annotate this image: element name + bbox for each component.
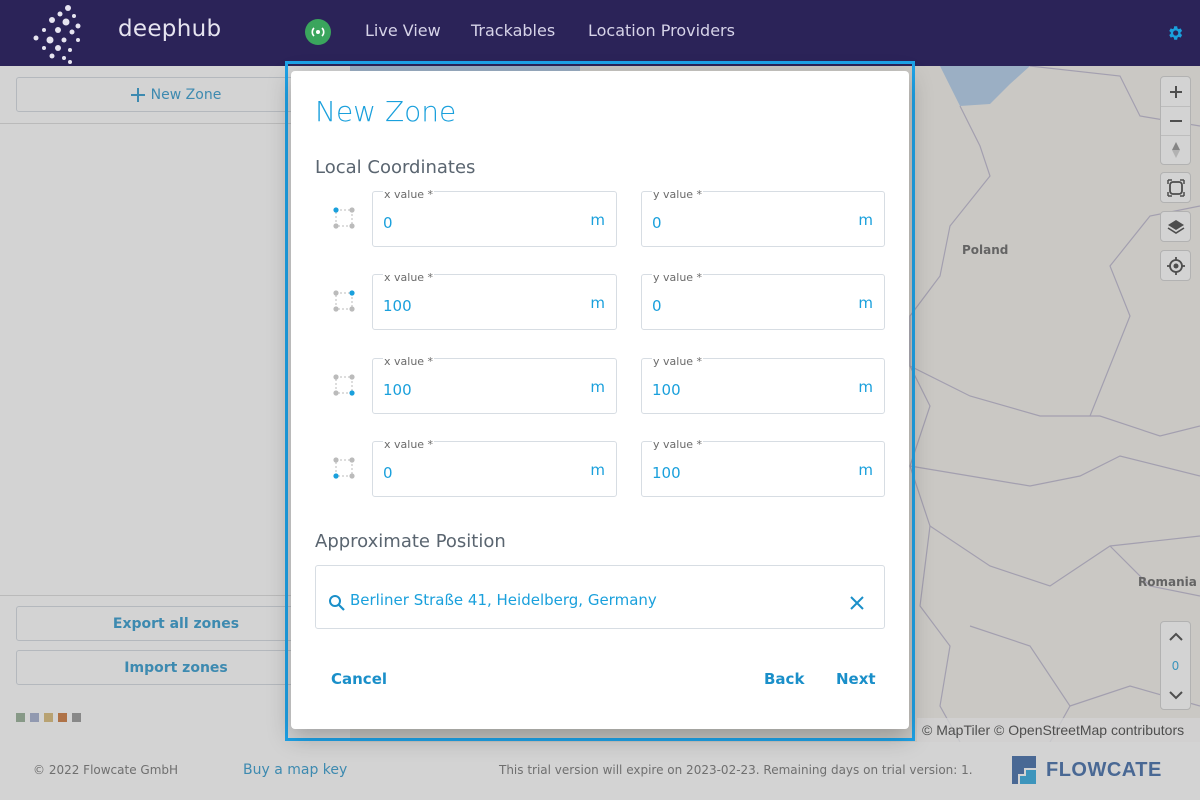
y-value-input[interactable]: 100 xyxy=(652,381,681,399)
x-value-input[interactable]: 0 xyxy=(383,214,393,232)
x-value-field[interactable]: x value * 0 m xyxy=(372,188,617,247)
x-value-field[interactable]: x value * 100 m xyxy=(372,271,617,330)
x-value-label: x value * xyxy=(383,438,435,451)
unit-label: m xyxy=(590,211,605,229)
close-icon[interactable] xyxy=(850,596,864,610)
x-value-input[interactable]: 100 xyxy=(383,297,412,315)
x-value-field[interactable]: x value * 100 m xyxy=(372,355,617,414)
back-button[interactable]: Back xyxy=(764,670,804,688)
x-value-input[interactable]: 100 xyxy=(383,381,412,399)
unit-label: m xyxy=(858,211,873,229)
cancel-button[interactable]: Cancel xyxy=(331,670,387,688)
new-zone-dialog: New Zone Local Coordinates x value * 0 m… xyxy=(291,71,909,729)
y-value-field[interactable]: y value * 0 m xyxy=(641,271,885,330)
nav-trackables[interactable]: Trackables xyxy=(471,21,555,40)
gear-icon[interactable] xyxy=(1166,24,1184,42)
address-value[interactable]: Berliner Straße 41, Heidelberg, Germany xyxy=(350,591,657,609)
nav-live-view[interactable]: Live View xyxy=(365,21,441,40)
x-value-label: x value * xyxy=(383,355,435,368)
y-value-input[interactable]: 0 xyxy=(652,297,662,315)
address-search-field[interactable]: Berliner Straße 41, Heidelberg, Germany xyxy=(315,565,885,629)
deephub-logo[interactable]: deephub xyxy=(30,2,221,64)
unit-label: m xyxy=(858,294,873,312)
unit-label: m xyxy=(590,294,605,312)
nav-location-providers[interactable]: Location Providers xyxy=(588,21,735,40)
y-value-label: y value * xyxy=(652,188,704,201)
dialog-title: New Zone xyxy=(315,95,457,128)
y-value-label: y value * xyxy=(652,271,704,284)
y-value-input[interactable]: 100 xyxy=(652,464,681,482)
logo-text: deephub xyxy=(118,16,222,42)
corner-bottom-left-icon xyxy=(333,457,355,479)
y-value-input[interactable]: 0 xyxy=(652,214,662,232)
x-value-input[interactable]: 0 xyxy=(383,464,393,482)
corner-bottom-right-icon xyxy=(333,374,355,396)
x-value-field[interactable]: x value * 0 m xyxy=(372,438,617,497)
search-icon xyxy=(329,595,345,611)
approximate-position-heading: Approximate Position xyxy=(315,531,506,552)
unit-label: m xyxy=(858,378,873,396)
top-nav-bar: deephub Live View Trackables Location Pr… xyxy=(0,0,1200,66)
y-value-field[interactable]: y value * 100 m xyxy=(641,438,885,497)
local-coordinates-heading: Local Coordinates xyxy=(315,157,476,178)
x-value-label: x value * xyxy=(383,271,435,284)
corner-top-left-icon xyxy=(333,207,355,229)
unit-label: m xyxy=(590,461,605,479)
unit-label: m xyxy=(858,461,873,479)
unit-label: m xyxy=(590,378,605,396)
connection-status-icon[interactable] xyxy=(305,19,331,45)
x-value-label: x value * xyxy=(383,188,435,201)
y-value-field[interactable]: y value * 100 m xyxy=(641,355,885,414)
next-button[interactable]: Next xyxy=(836,670,876,688)
y-value-label: y value * xyxy=(652,355,704,368)
y-value-label: y value * xyxy=(652,438,704,451)
deephub-logo-mark-icon xyxy=(33,5,81,64)
y-value-field[interactable]: y value * 0 m xyxy=(641,188,885,247)
corner-top-right-icon xyxy=(333,290,355,312)
